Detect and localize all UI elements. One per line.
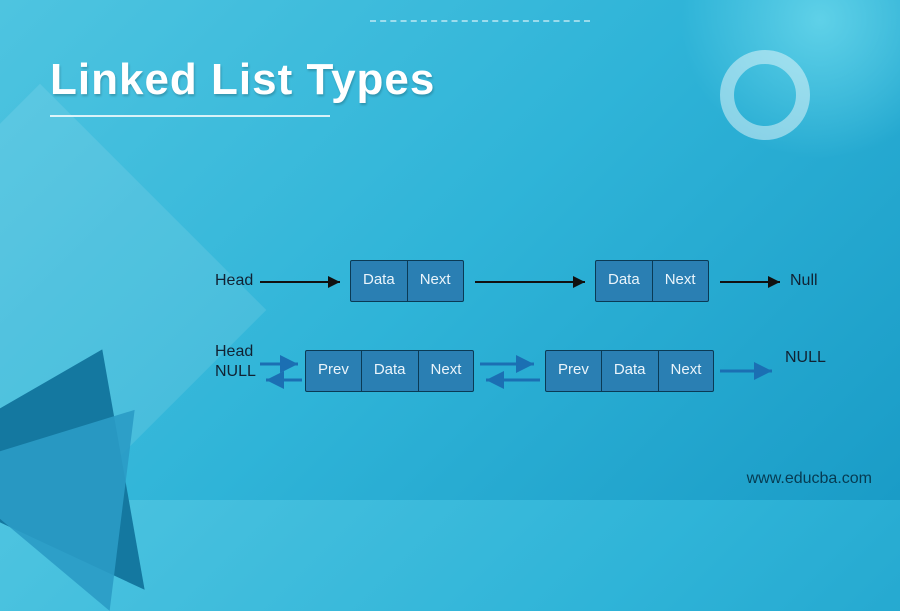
node-next-label: Next: [659, 351, 714, 391]
double-arrow-icon: [480, 358, 542, 388]
node-next-label: Next: [653, 261, 708, 301]
page-title: Linked List Types: [50, 55, 435, 105]
null-label: NULL: [785, 349, 826, 367]
bg-dashed-line: [370, 20, 590, 22]
linked-list-diagram: Head Data Next Data Next Null Head NULL: [225, 260, 865, 440]
bg-ring: [720, 50, 810, 140]
null-label: Null: [790, 272, 818, 290]
node-data-label: Data: [596, 261, 653, 301]
node-data-label: Data: [362, 351, 419, 391]
singly-node: Data Next: [350, 260, 464, 302]
doubly-node: Prev Data Next: [305, 350, 474, 392]
node-data-label: Data: [351, 261, 408, 301]
node-prev-label: Prev: [546, 351, 602, 391]
arrow-icon: [260, 278, 348, 286]
singly-linked-list-row: Head Data Next Data Next Null: [225, 260, 865, 302]
arrow-icon: [720, 366, 780, 376]
singly-node: Data Next: [595, 260, 709, 302]
head-label: Head: [215, 343, 253, 361]
null-label: NULL: [215, 363, 256, 381]
node-next-label: Next: [419, 351, 474, 391]
double-arrow-icon: [260, 358, 305, 388]
arrow-icon: [720, 278, 790, 286]
node-next-label: Next: [408, 261, 463, 301]
title-underline: [50, 115, 330, 117]
node-data-label: Data: [602, 351, 659, 391]
doubly-linked-list-row: Head NULL Prev Data Next Prev Data Next: [225, 350, 865, 392]
footer-url: www.educba.com: [747, 470, 872, 488]
arrow-icon: [475, 278, 593, 286]
doubly-node: Prev Data Next: [545, 350, 714, 392]
head-label: Head: [215, 272, 253, 290]
node-prev-label: Prev: [306, 351, 362, 391]
